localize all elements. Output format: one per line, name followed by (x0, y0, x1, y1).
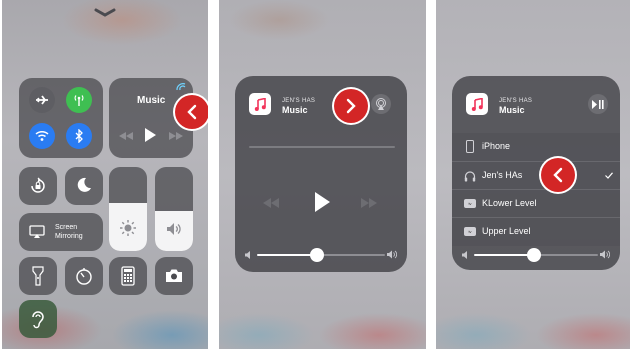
iphone-icon (466, 140, 474, 153)
chevron-down-icon[interactable] (94, 8, 116, 18)
device-name-label: JEN'S HAS (499, 98, 533, 104)
connectivity-module (19, 78, 103, 158)
airplay-callout[interactable] (334, 89, 368, 123)
now-playing-card: JEN'S HAS Music (235, 76, 407, 272)
volume-slider[interactable] (257, 248, 385, 262)
speaker-icon (167, 223, 181, 235)
headphones-icon (464, 171, 476, 182)
play-icon[interactable] (144, 128, 156, 142)
play-pause-button[interactable] (588, 94, 608, 114)
output-row-jens-has[interactable]: Jen's HAs (452, 161, 620, 190)
music-app-icon (466, 93, 488, 115)
output-row-iphone[interactable]: iPhone (452, 133, 620, 161)
calculator-button[interactable] (109, 257, 147, 295)
airplane-mode-toggle[interactable] (29, 87, 55, 113)
output-label-iphone: iPhone (482, 141, 511, 151)
music-app-icon (249, 93, 271, 115)
appletv-icon: tv (464, 199, 476, 208)
fast-forward-icon[interactable] (169, 132, 183, 140)
airplay-icon (376, 98, 386, 110)
volume-high-icon (600, 250, 610, 259)
output-row-upper-level[interactable]: tv Upper Level (452, 217, 620, 246)
airplay-waves-icon (176, 83, 186, 91)
ear-icon (32, 311, 44, 329)
control-center-panel-1: Music Screen Mirroring (2, 0, 208, 349)
brightness-slider[interactable] (109, 167, 147, 251)
volume-low-icon (462, 251, 467, 259)
camera-button[interactable] (155, 257, 193, 295)
expand-music-callout[interactable] (175, 95, 208, 129)
volume-knob[interactable] (527, 248, 541, 262)
audio-output-list: iPhone Jen's HAs tv KLower Level tv Uppe… (452, 133, 620, 246)
hearing-button[interactable] (19, 300, 57, 338)
checkmark-icon (605, 172, 613, 179)
play-icon[interactable] (314, 192, 330, 212)
timer-button[interactable] (65, 257, 103, 295)
chevron-left-icon (553, 167, 563, 183)
wifi-icon (35, 130, 49, 141)
volume-slider[interactable] (474, 248, 598, 262)
play-pause-icon (592, 99, 604, 109)
device-name-label: JEN'S HAS (282, 98, 316, 104)
music-expanded-panel-2: JEN'S HAS Music (219, 0, 426, 349)
song-title: Music (282, 105, 308, 115)
song-title: Music (499, 105, 525, 115)
rewind-icon[interactable] (119, 132, 133, 140)
music-note-icon (471, 97, 483, 111)
chevron-right-icon (346, 98, 356, 114)
screen-mirroring-button[interactable]: Screen Mirroring (19, 213, 103, 251)
output-label-upper-level: Upper Level (482, 226, 531, 236)
flashlight-icon (32, 266, 44, 286)
output-row-klower-level[interactable]: tv KLower Level (452, 189, 620, 218)
audio-output-panel-3: JEN'S HAS Music iPhone Jen's HAs tv KLow… (436, 0, 630, 349)
moon-icon (77, 177, 91, 192)
appletv-icon: tv (464, 227, 476, 236)
do-not-disturb-toggle[interactable] (65, 167, 103, 205)
music-note-icon (254, 97, 266, 111)
airplay-button[interactable] (371, 94, 391, 114)
cellular-data-toggle[interactable] (66, 87, 92, 113)
screen-mirroring-label: Screen Mirroring (55, 224, 83, 240)
screen-mirroring-icon (29, 225, 45, 238)
sun-icon (120, 220, 136, 236)
output-label-jens-has: Jen's HAs (482, 170, 523, 180)
output-label-klower-level: KLower Level (482, 198, 537, 208)
airplane-icon (36, 95, 48, 105)
rotation-lock-icon (31, 177, 45, 193)
antenna-icon (74, 95, 84, 106)
flashlight-button[interactable] (19, 257, 57, 295)
camera-icon (166, 269, 182, 282)
timer-icon (76, 268, 92, 285)
bluetooth-icon (75, 129, 83, 143)
fast-forward-icon[interactable] (361, 198, 377, 208)
volume-slider[interactable] (155, 167, 193, 251)
wifi-toggle[interactable] (29, 123, 55, 149)
volume-high-icon (387, 250, 397, 259)
scrubber-track[interactable] (249, 146, 395, 148)
selected-output-callout[interactable] (541, 158, 575, 192)
chevron-left-icon (187, 104, 197, 120)
calculator-icon (121, 266, 135, 286)
rewind-icon[interactable] (263, 198, 279, 208)
volume-low-icon (245, 251, 250, 259)
rotation-lock-toggle[interactable] (19, 167, 57, 205)
bluetooth-toggle[interactable] (66, 123, 92, 149)
audio-output-card: JEN'S HAS Music iPhone Jen's HAs tv KLow… (452, 76, 620, 270)
volume-knob[interactable] (310, 248, 324, 262)
music-label: Music (137, 95, 166, 106)
